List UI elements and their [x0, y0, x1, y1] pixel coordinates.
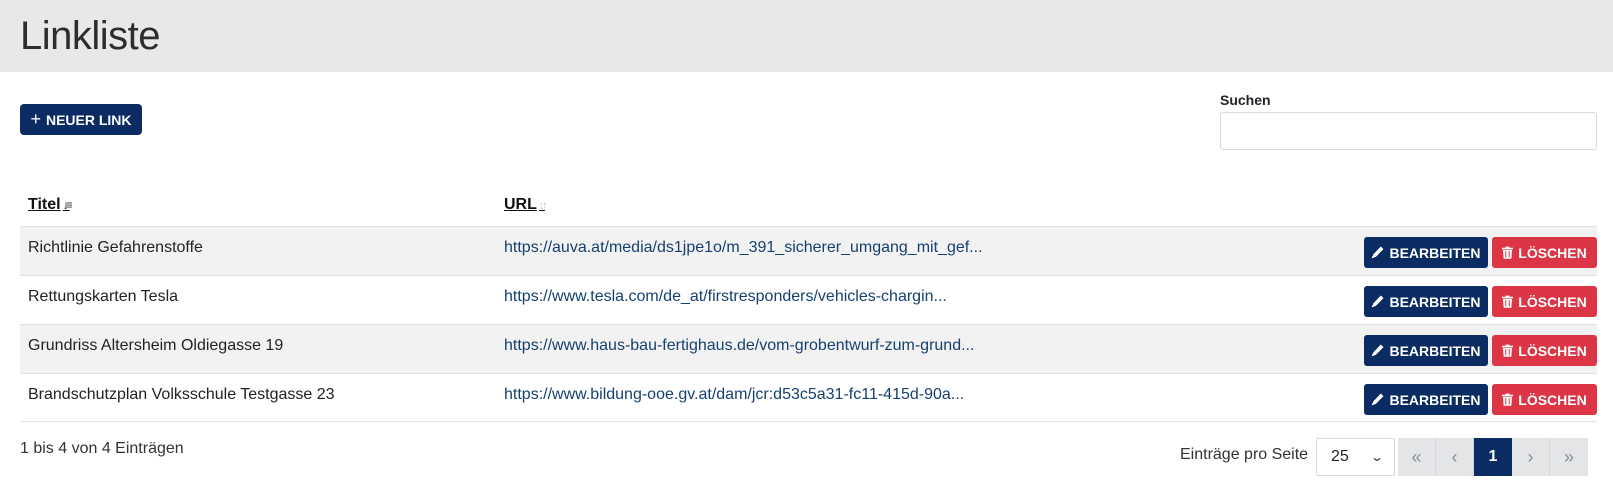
pagination: « ‹ 1 › » — [1398, 438, 1588, 476]
double-chevron-left-icon: « — [1411, 446, 1422, 467]
edit-button[interactable]: BEARBEITEN — [1364, 286, 1488, 317]
sort-unsorted-icon: ↓↑ — [538, 198, 548, 212]
delete-label: LÖSCHEN — [1518, 342, 1587, 359]
row-url-link[interactable]: https://www.haus-bau-fertighaus.de/vom-g… — [504, 337, 974, 355]
edit-button[interactable]: BEARBEITEN — [1364, 384, 1488, 415]
pencil-icon — [1372, 393, 1384, 406]
new-link-button[interactable]: + NEUER LINK — [20, 104, 142, 135]
page-1-button[interactable]: 1 — [1474, 438, 1512, 476]
pencil-icon — [1372, 344, 1384, 357]
pencil-icon — [1372, 295, 1384, 308]
row-title: Richtlinie Gefahrenstoffe — [28, 239, 203, 256]
row-url-link[interactable]: https://auva.at/media/ds1jpe1o/m_391_sic… — [504, 239, 983, 257]
last-page-button[interactable]: » — [1550, 438, 1588, 476]
column-header-url-label: URL — [504, 196, 537, 213]
column-header-title-label: Titel — [28, 196, 61, 213]
delete-button[interactable]: LÖSCHEN — [1492, 384, 1597, 415]
new-link-label: NEUER LINK — [45, 111, 132, 128]
search-input[interactable] — [1220, 112, 1597, 150]
table-row: Richtlinie Gefahrenstoffe https://auva.a… — [20, 226, 1597, 275]
per-page-label: Einträge pro Seite — [1180, 446, 1309, 463]
row-url-link[interactable]: https://www.bildung-ooe.gv.at/dam/jcr:d5… — [504, 386, 964, 404]
column-header-url[interactable]: URL ↓↑ — [504, 196, 548, 214]
plus-icon: + — [30, 108, 41, 129]
table-row: Brandschutzplan Volksschule Testgasse 23… — [20, 373, 1597, 422]
trash-icon — [1502, 246, 1514, 259]
row-actions: BEARBEITEN LÖSCHEN — [1364, 237, 1597, 268]
row-url-link[interactable]: https://www.tesla.com/de_at/firstrespond… — [504, 288, 947, 306]
previous-page-button[interactable]: ‹ — [1436, 438, 1474, 476]
edit-label: BEARBEITEN — [1389, 244, 1481, 261]
delete-button[interactable]: LÖSCHEN — [1492, 286, 1597, 317]
delete-label: LÖSCHEN — [1518, 244, 1587, 261]
delete-button[interactable]: LÖSCHEN — [1492, 335, 1597, 366]
page-title: Linkliste — [20, 14, 161, 58]
delete-button[interactable]: LÖSCHEN — [1492, 237, 1597, 268]
trash-icon — [1502, 295, 1514, 308]
row-title: Rettungskarten Tesla — [28, 288, 179, 305]
delete-label: LÖSCHEN — [1518, 391, 1587, 408]
edit-button[interactable]: BEARBEITEN — [1364, 335, 1488, 366]
row-title: Brandschutzplan Volksschule Testgasse 23 — [28, 386, 335, 403]
column-header-title[interactable]: Titel ↓≡ — [28, 196, 73, 214]
row-actions: BEARBEITEN LÖSCHEN — [1364, 286, 1597, 317]
edit-label: BEARBEITEN — [1389, 391, 1481, 408]
chevron-left-icon: ‹ — [1451, 446, 1458, 467]
per-page-value: 25 — [1331, 448, 1349, 465]
edit-label: BEARBEITEN — [1389, 342, 1481, 359]
table-row: Grundriss Altersheim Oldiegasse 19 https… — [20, 324, 1597, 373]
edit-button[interactable]: BEARBEITEN — [1364, 237, 1488, 268]
chevron-down-icon: ⌄ — [1369, 450, 1385, 464]
search-label: Suchen — [1220, 92, 1271, 108]
edit-label: BEARBEITEN — [1389, 293, 1481, 310]
row-actions: BEARBEITEN LÖSCHEN — [1364, 335, 1597, 366]
table-info: 1 bis 4 von 4 Einträgen — [20, 440, 184, 457]
table-row: Rettungskarten Tesla https://www.tesla.c… — [20, 275, 1597, 324]
page-header — [0, 0, 1613, 72]
trash-icon — [1502, 344, 1514, 357]
row-actions: BEARBEITEN LÖSCHEN — [1364, 384, 1597, 415]
double-chevron-right-icon: » — [1563, 446, 1574, 467]
chevron-right-icon: › — [1527, 446, 1534, 467]
next-page-button[interactable]: › — [1512, 438, 1550, 476]
row-title: Grundriss Altersheim Oldiegasse 19 — [28, 337, 284, 354]
delete-label: LÖSCHEN — [1518, 293, 1587, 310]
trash-icon — [1502, 393, 1514, 406]
first-page-button[interactable]: « — [1398, 438, 1436, 476]
links-table: Richtlinie Gefahrenstoffe https://auva.a… — [20, 226, 1597, 422]
pencil-icon — [1372, 246, 1384, 259]
sort-descending-icon: ↓≡ — [62, 198, 73, 212]
per-page-select[interactable]: 25 ⌄ — [1316, 438, 1395, 476]
